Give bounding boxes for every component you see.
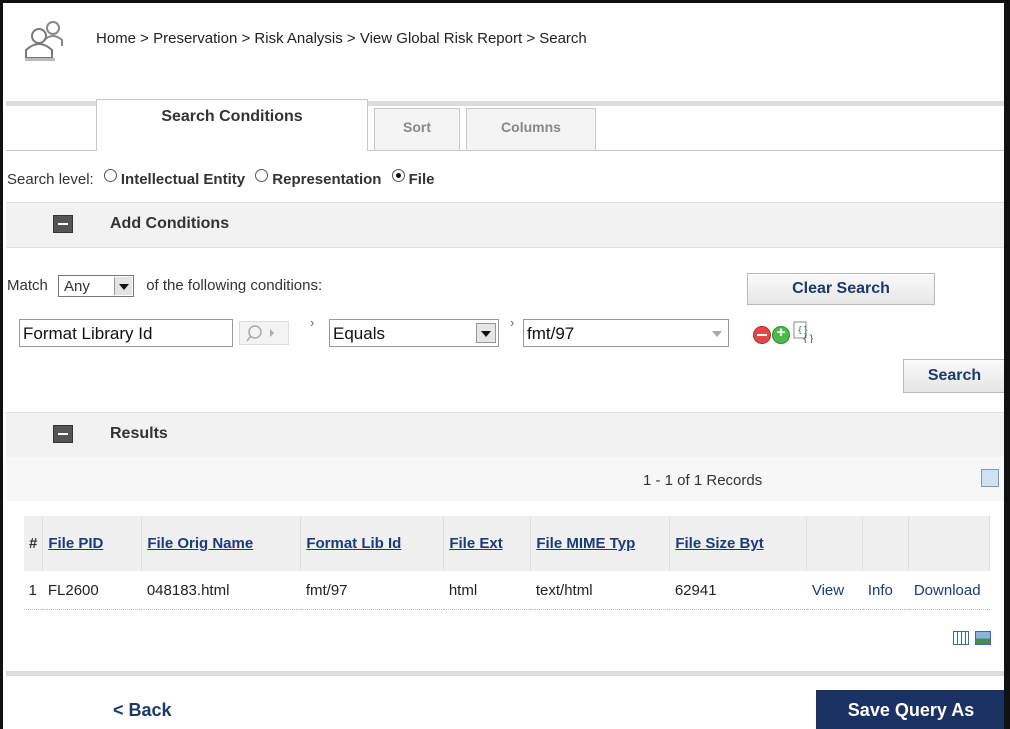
col-header-file-orig-name[interactable]: File Orig Name: [141, 516, 302, 571]
header: Home > Preservation > Risk Analysis > Vi…: [6, 6, 1006, 70]
col-header-format-lib-id[interactable]: Format Lib Id: [300, 516, 445, 571]
results-title: Results: [110, 425, 168, 442]
results-bar: Results: [6, 412, 1006, 458]
cell-file-mime-type: text/html: [530, 571, 670, 610]
col-header-info: [862, 516, 910, 571]
records-pager: 1 - 1 of 1 Records: [643, 472, 763, 489]
save-query-as-button[interactable]: Save Query As: [816, 690, 1006, 729]
chevron-down-icon: [114, 277, 133, 295]
cell-file-ext: html: [443, 571, 531, 610]
tab-columns[interactable]: Columns: [466, 108, 596, 150]
condition-field-input[interactable]: Format Library Id: [19, 319, 233, 347]
match-select-value: Any: [64, 278, 90, 295]
radio-intellectual-entity[interactable]: [103, 169, 117, 182]
query-syntax-icon[interactable]: {} {}: [793, 321, 813, 343]
radio-label-representation: Representation: [272, 171, 382, 188]
col-header-file-pid[interactable]: File PID: [42, 516, 143, 571]
download-link[interactable]: Download: [908, 571, 990, 610]
operator-select[interactable]: Equals: [329, 319, 499, 347]
col-header-download: [908, 516, 991, 571]
match-row: Match Any of the following conditions:: [7, 275, 322, 297]
page-frame: Home > Preservation > Risk Analysis > Vi…: [0, 0, 1010, 729]
operator-select-value: Equals: [333, 324, 385, 343]
radio-file[interactable]: [391, 169, 405, 182]
match-suffix: of the following conditions:: [146, 276, 323, 294]
radio-label-file: File: [408, 171, 435, 188]
export-icon[interactable]: [981, 469, 999, 487]
view-toggle: [951, 631, 992, 650]
grid-view-icon[interactable]: [953, 631, 969, 645]
breadcrumb: Home > Preservation > Risk Analysis > Vi…: [96, 30, 587, 47]
col-header-view: [806, 516, 864, 571]
radio-representation[interactable]: [255, 169, 269, 182]
match-prefix: Match: [7, 276, 48, 294]
match-select[interactable]: Any: [58, 275, 135, 297]
results-table: # File PID File Orig Name Format Lib Id …: [22, 516, 991, 610]
chevron-down-icon: [712, 331, 722, 337]
tab-search-conditions[interactable]: Search Conditions: [96, 99, 368, 151]
back-link[interactable]: < Back: [113, 700, 172, 721]
cell-format-lib-id: fmt/97: [300, 571, 444, 610]
col-header-file-size[interactable]: File Size Byt: [669, 516, 808, 571]
add-conditions-bar: Add Conditions: [6, 202, 1006, 248]
tab-sort[interactable]: Sort: [374, 108, 460, 150]
clear-search-button[interactable]: Clear Search: [747, 273, 935, 305]
field-lookup-button[interactable]: [239, 321, 289, 345]
footer-divider: [6, 671, 1006, 676]
results-toolbar: [6, 457, 1006, 501]
condition-value-text: fmt/97: [527, 324, 575, 343]
cell-file-orig-name: 048183.html: [141, 571, 301, 610]
table-header-row: # File PID File Orig Name Format Lib Id …: [22, 516, 991, 571]
svg-text:{}: {}: [802, 334, 813, 343]
chevron-right-icon: ›: [510, 315, 515, 330]
search-icon: [246, 325, 274, 342]
search-level-row: Search level: Intellectual Entity Repres…: [7, 169, 434, 188]
add-condition-icon[interactable]: [772, 324, 790, 344]
cell-file-pid: FL2600: [42, 571, 142, 610]
cell-file-size: 62941: [669, 571, 807, 610]
search-level-label: Search level:: [7, 171, 94, 188]
view-link[interactable]: View: [806, 571, 863, 610]
remove-condition-icon[interactable]: [753, 326, 771, 344]
thumbnail-view-icon[interactable]: [975, 631, 992, 645]
collapse-add-conditions-icon[interactable]: [53, 215, 73, 233]
tab-bar: Search Conditions Sort Columns: [6, 99, 1006, 151]
collapse-results-icon[interactable]: [53, 425, 73, 443]
condition-value-input[interactable]: fmt/97: [523, 319, 729, 347]
col-header-number: #: [22, 516, 44, 571]
search-button[interactable]: Search: [903, 359, 1006, 393]
col-header-file-mime-type[interactable]: File MIME Typ: [530, 516, 671, 571]
add-conditions-title: Add Conditions: [110, 215, 230, 232]
users-logo-icon: [25, 21, 63, 61]
chevron-down-icon: [476, 323, 496, 343]
table-row: 1 FL2600 048183.html fmt/97 html text/ht…: [23, 571, 990, 610]
info-link[interactable]: Info: [862, 571, 909, 610]
col-header-file-ext[interactable]: File Ext: [443, 516, 532, 571]
radio-label-intellectual-entity: Intellectual Entity: [120, 171, 246, 188]
cell-number: 1: [23, 571, 43, 610]
chevron-right-icon: ›: [310, 315, 315, 330]
window-edge: [1004, 0, 1010, 729]
